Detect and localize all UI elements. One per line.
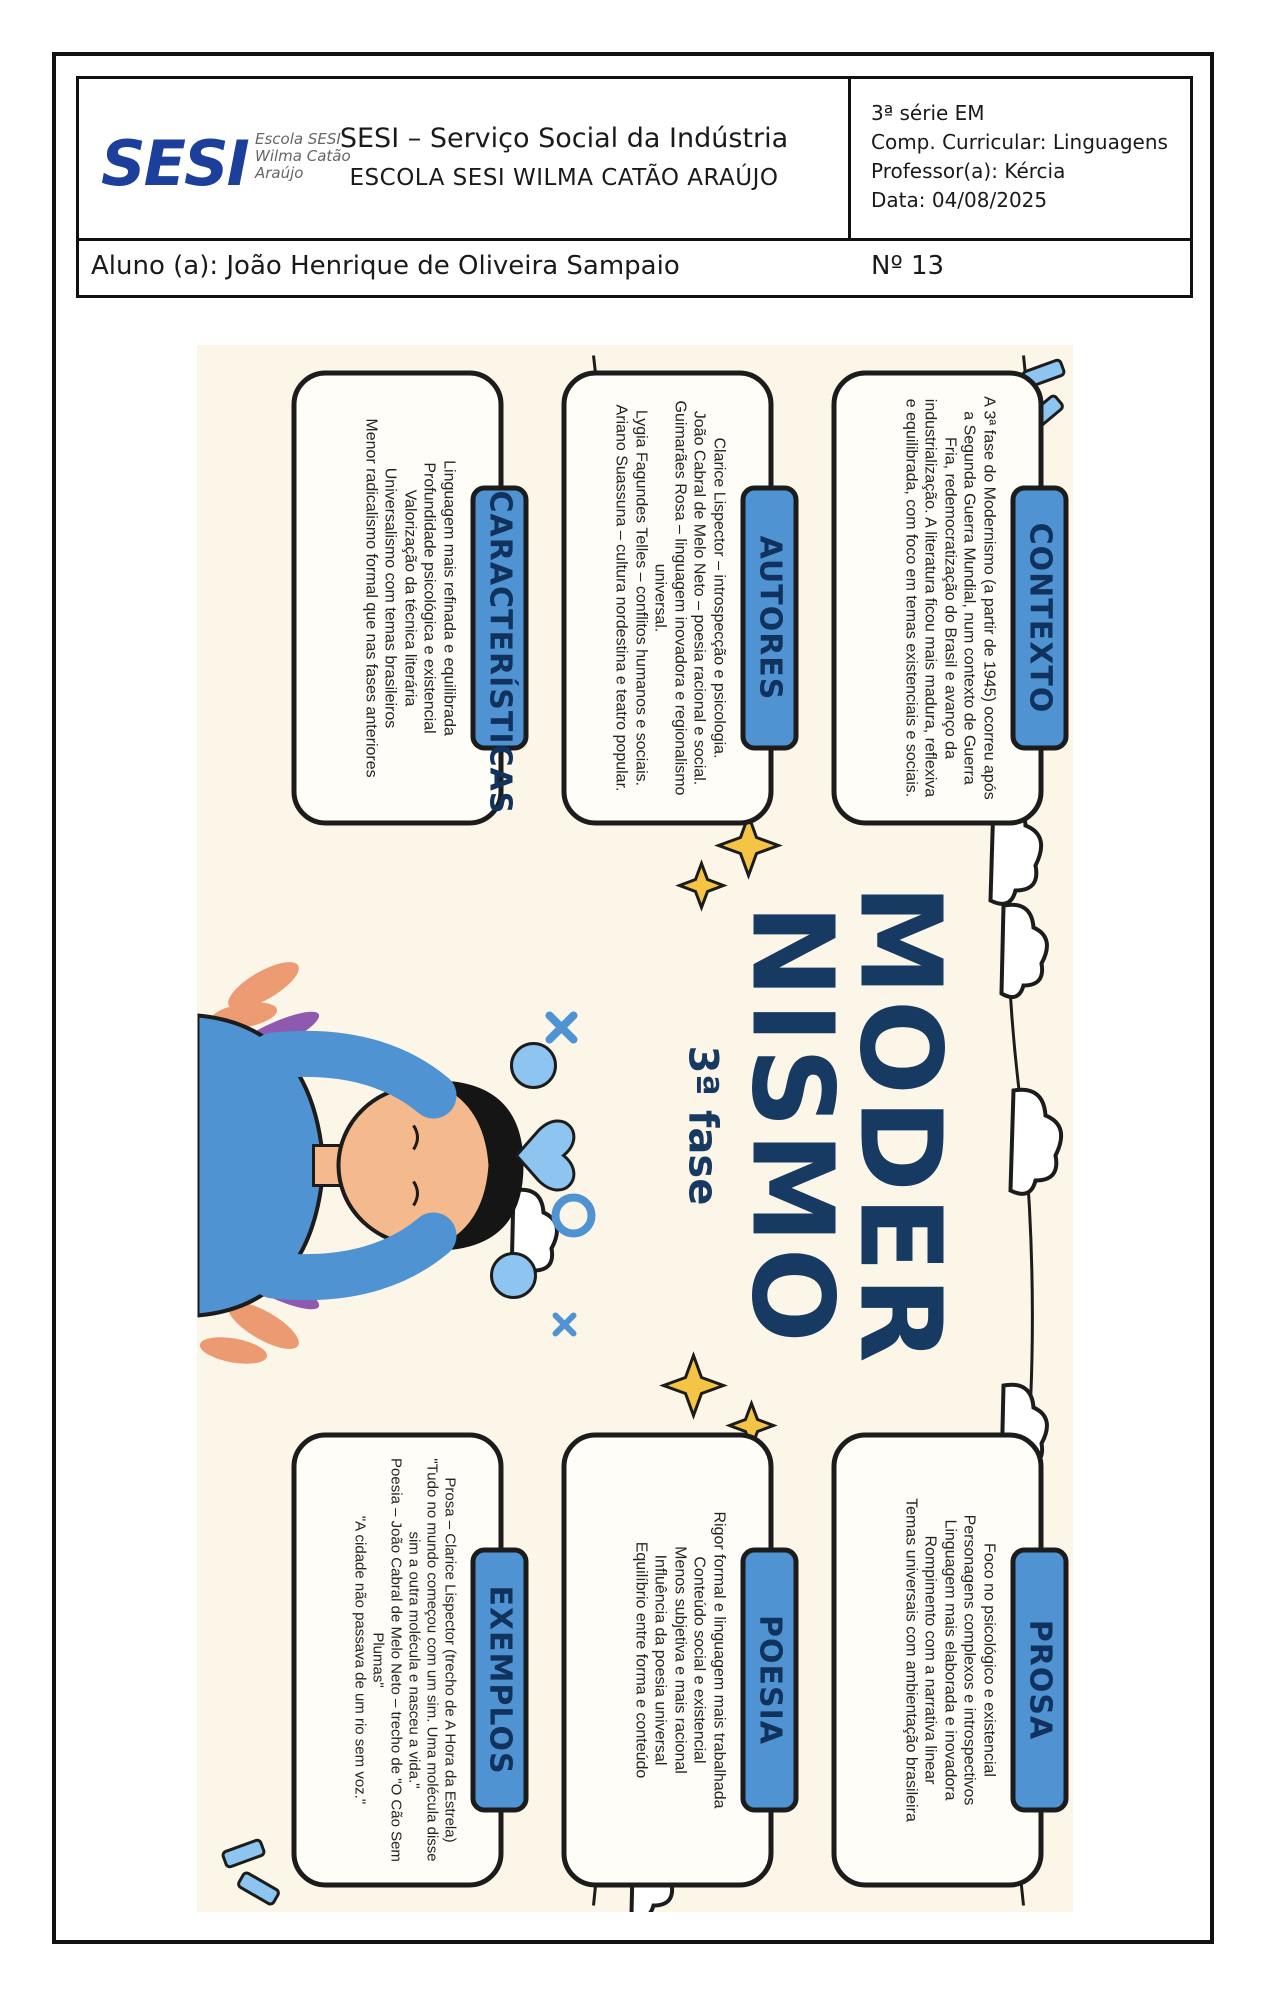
list-item: "Tudo no mundo começou com um sim. Uma m… <box>405 1457 440 1862</box>
list-item: Foco no psicológico e existencial <box>980 1542 997 1777</box>
list-item: Valorização da técnica literária <box>401 489 418 706</box>
list-item: Influência da poesia universal <box>651 1554 669 1765</box>
date: Data: 04/08/2025 <box>871 188 1048 212</box>
modernism-poster: CONTEXTO A 3ª fase do Modernismo (a part… <box>197 345 1073 1912</box>
document-header: SESI Escola SESI Wilma Catão Araújo SESI… <box>76 76 1193 298</box>
poster-rotated-canvas: CONTEXTO A 3ª fase do Modernismo (a part… <box>197 345 1073 1912</box>
gear-icon <box>551 1193 595 1237</box>
caracteristicas-list: Linguagem mais refinada e equilibrada Pr… <box>361 393 459 802</box>
student-name: Aluno (a): João Henrique de Oliveira Sam… <box>91 251 680 281</box>
list-item: Guimarães Rosa – linguagem inovadora e r… <box>651 400 689 795</box>
poesia-list: Rigor formal e linguagem mais trabalhada… <box>631 1455 729 1864</box>
card-caracteristicas: CARACTERÍSTICAS Linguagem mais refinada … <box>291 370 528 825</box>
list-item: Clarice Lispector – introspecção e psico… <box>710 436 727 759</box>
card-exemplos: EXEMPLOS Prosa – Clarice Lispector (trec… <box>291 1432 528 1887</box>
teacher: Professor(a): Kércia <box>871 159 1066 183</box>
label-autores: AUTORES <box>740 485 798 750</box>
cross-icon <box>545 1011 577 1043</box>
grade: 3ª série EM <box>871 101 985 125</box>
list-item: Menos subjetiva e mais racional <box>671 1545 688 1774</box>
list-item: Poesia – João Cabral de Melo Neto – trec… <box>369 1457 404 1862</box>
label-poesia: POESIA <box>740 1547 798 1812</box>
list-item: Prosa – Clarice Lispector (trecho de A H… <box>441 1476 458 1843</box>
class-info: 3ª série EM Comp. Curricular: Linguagens… <box>871 99 1168 215</box>
poster-subtitle: 3ª fase <box>679 1045 725 1205</box>
sad-face-icon <box>489 1251 537 1299</box>
list-item: Ariano Suassuna – cultura nordestina e t… <box>612 404 630 791</box>
list-item: Universalismo com temas brasileiros <box>381 467 399 728</box>
header-divider <box>848 79 851 238</box>
list-item: "A cidade não passava de um rio sem voz.… <box>351 1515 368 1804</box>
list-item: Menor radicalismo formal que nas fases a… <box>362 417 379 778</box>
prosa-list: Foco no psicológico e existencial Person… <box>901 1455 999 1864</box>
list-item: Personagens complexos e introspectivos <box>960 1514 978 1805</box>
card-prosa: PROSA Foco no psicológico e existencial … <box>831 1432 1068 1887</box>
list-item: Conteúdo social e existencial <box>690 1555 708 1764</box>
label-caracteristicas: CARACTERÍSTICAS <box>470 485 528 814</box>
curricular-component: Comp. Curricular: Linguagens <box>871 130 1168 154</box>
list-item: Temas universais com ambientação brasile… <box>902 1497 919 1822</box>
heart-icon <box>514 1119 575 1191</box>
header-row-divider <box>79 238 1190 241</box>
list-item: Profundidade psicológica e existencial <box>420 461 438 734</box>
label-prosa: PROSA <box>1010 1547 1068 1812</box>
list-item: João Cabral de Melo Neto – poesia racion… <box>690 410 708 785</box>
label-exemplos: EXEMPLOS <box>470 1547 528 1812</box>
list-item: Rigor formal e linguagem mais trabalhada <box>710 1510 727 1809</box>
label-contexto: CONTEXTO <box>1010 485 1068 750</box>
list-item: Rompimento com a narrativa linear <box>921 1535 939 1784</box>
card-poesia: POESIA Rigor formal e linguagem mais tra… <box>561 1432 798 1887</box>
list-item: Equilíbrio entre forma e conteúdo <box>632 1541 649 1778</box>
student-number: Nº 13 <box>871 251 945 281</box>
exemplos-text: Prosa – Clarice Lispector (trecho de A H… <box>350 1455 458 1864</box>
poster-title: MODER NISMO <box>726 883 964 1367</box>
autores-list: Clarice Lispector – introspecção e psico… <box>611 393 728 802</box>
list-item: Linguagem mais elaborada e inovadora <box>941 1518 958 1801</box>
school-name: ESCOLA SESI WILMA CATÃO ARAÚJO <box>349 165 779 191</box>
card-autores: AUTORES Clarice Lispector – introspecção… <box>561 370 798 825</box>
thinking-person-illustration <box>197 961 595 1364</box>
sesi-logo: SESI <box>101 127 250 200</box>
list-item: Linguagem mais refinada e equilibrada <box>440 459 457 736</box>
cross-icon <box>552 1312 576 1336</box>
list-item: Lygia Fagundes Telles – conflitos humano… <box>632 409 649 786</box>
happy-face-icon <box>509 1041 557 1089</box>
institution-name: SESI – Serviço Social da Indústria <box>339 123 789 154</box>
card-contexto: CONTEXTO A 3ª fase do Modernismo (a part… <box>831 370 1068 825</box>
contexto-text: A 3ª fase do Modernismo (a partir de 194… <box>902 395 997 800</box>
